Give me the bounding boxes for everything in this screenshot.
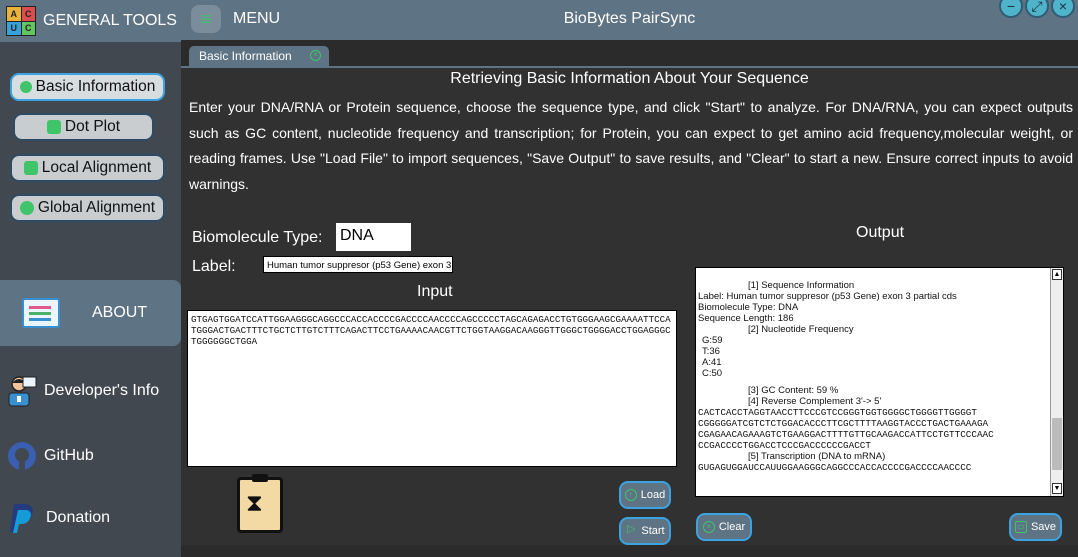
- developer-info-link[interactable]: Developer's Info: [6, 375, 159, 407]
- start-label: Start: [641, 525, 665, 537]
- output-line: C:50: [702, 368, 723, 379]
- output-line: T:36: [702, 346, 720, 357]
- play-icon: ▷: [627, 523, 636, 535]
- top-bar: ≡ MENU BioBytes PairSync − ⤢ ×: [181, 0, 1078, 40]
- developer-icon: [6, 375, 38, 407]
- output-line: CGGGGGATCGTCTCTGGACACCCTTCGCTTTTAAGGTACC…: [698, 418, 989, 429]
- tab-label: Basic Information: [199, 49, 292, 63]
- start-button[interactable]: ▷ Start: [619, 517, 671, 545]
- plus-icon: [19, 81, 32, 93]
- output-line: [3] GC Content: 59 %: [748, 385, 839, 396]
- output-scrollbar[interactable]: ▲ ▼: [1050, 268, 1063, 496]
- clear-icon: ×: [702, 521, 715, 533]
- save-button[interactable]: ▭ Save: [1009, 513, 1062, 541]
- donation-label: Donation: [46, 509, 111, 526]
- load-label: Load: [640, 489, 666, 501]
- main-panel: Retrieving Basic Information About Your …: [181, 66, 1078, 545]
- nav-dot-plot-button[interactable]: Dot Plot: [13, 113, 154, 141]
- globe-icon: [19, 201, 34, 215]
- clear-button[interactable]: × Clear: [696, 513, 752, 541]
- sequence-input[interactable]: GTGAGTGGATCCATTGGAAGGGCAGGCCCACCACCCCGAC…: [187, 310, 677, 467]
- load-button[interactable]: ↑ Load: [619, 481, 671, 509]
- maximize-icon: ⤢: [1031, 0, 1043, 14]
- about-button[interactable]: ABOUT: [0, 280, 181, 346]
- biomolecule-type-field[interactable]: DNA: [336, 223, 411, 251]
- output-line: [2] Nucleotide Frequency: [748, 324, 854, 335]
- label-label: Label:: [192, 258, 236, 275]
- scroll-thumb[interactable]: [1052, 418, 1062, 470]
- github-link[interactable]: GitHub: [6, 440, 94, 472]
- output-line: [1] Sequence Information: [748, 280, 855, 291]
- status-bar: [181, 545, 1078, 557]
- chart-icon: [46, 120, 61, 134]
- nav-label: Basic Information: [35, 78, 156, 95]
- output-line: [4] Reverse Complement 3'-> 5': [748, 396, 882, 407]
- dashboard-icon: [22, 298, 60, 328]
- minimize-icon: −: [1006, 0, 1016, 14]
- label-field[interactable]: Human tumor suppresor (p53 Gene) exon 3 …: [263, 256, 453, 273]
- sidebar: A C U C GENERAL TOOLS Basic Information …: [0, 0, 181, 557]
- output-line: CCGACCCCTGGACCTCCCGACCCCCCGACCT: [698, 440, 871, 451]
- github-icon: [6, 440, 38, 472]
- nav-label: Local Alignment: [41, 159, 152, 176]
- nav-label: Dot Plot: [64, 118, 121, 135]
- output-line: Biomolecule Type: DNA: [698, 302, 799, 313]
- upload-icon: ↑: [624, 489, 637, 501]
- output-line: GUGAGUGGAUCCAUUGGAAGGGCAGGCCCACCACCCCGAC…: [698, 462, 972, 473]
- clipboard-dna-icon: [237, 474, 283, 533]
- output-line: Label: Human tumor suppresor (p53 Gene) …: [698, 291, 957, 302]
- clear-label: Clear: [718, 521, 746, 533]
- output-line: CACTCACCTAGGTAACCTTCCCGTCCGGGTGGTGGGGCTG…: [698, 407, 977, 418]
- nav-global-alignment-button[interactable]: Global Alignment: [10, 194, 165, 222]
- biomolecule-type-label: Biomolecule Type:: [192, 229, 323, 246]
- image-icon: [23, 161, 38, 175]
- output-title: Output: [856, 224, 905, 241]
- app-title: BioBytes PairSync: [563, 10, 696, 27]
- nav-basic-information-button[interactable]: Basic Information: [10, 73, 165, 101]
- about-label: ABOUT: [92, 304, 148, 321]
- output-line: G:59: [702, 335, 723, 346]
- brand-title: GENERAL TOOLS: [43, 12, 177, 29]
- page-heading: Retrieving Basic Information About Your …: [450, 70, 809, 87]
- save-icon: ▭: [1014, 521, 1027, 533]
- tab-close-icon[interactable]: ×: [310, 50, 321, 61]
- paypal-icon: [6, 502, 38, 534]
- input-title: Input: [417, 283, 453, 300]
- save-label: Save: [1030, 521, 1057, 533]
- output-line: A:41: [702, 357, 722, 368]
- nav-local-alignment-button[interactable]: Local Alignment: [10, 154, 165, 182]
- app-logo: A C U C: [6, 6, 36, 36]
- donation-link[interactable]: Donation: [6, 502, 110, 534]
- nav-label: Global Alignment: [37, 199, 156, 216]
- developer-info-label: Developer's Info: [44, 382, 160, 399]
- github-label: GitHub: [44, 447, 94, 464]
- brand-header: A C U C GENERAL TOOLS: [0, 0, 181, 42]
- output-textbox[interactable]: [1] Sequence Information Label: Human tu…: [695, 267, 1064, 497]
- output-line: [5] Transcription (DNA to mRNA): [748, 451, 886, 462]
- scroll-down-icon[interactable]: ▼: [1052, 483, 1062, 494]
- instructions-text: Enter your DNA/RNA or Protein sequence, …: [189, 99, 1073, 192]
- output-line: CGAGAACAGAAAGTCTGAAGGACTTTTGTTGCAAGACCAT…: [698, 429, 994, 440]
- tab-basic-information[interactable]: Basic Information ×: [189, 46, 329, 66]
- close-icon: ×: [1058, 0, 1068, 14]
- output-line: Sequence Length: 186: [698, 313, 794, 324]
- scroll-up-icon[interactable]: ▲: [1052, 269, 1062, 280]
